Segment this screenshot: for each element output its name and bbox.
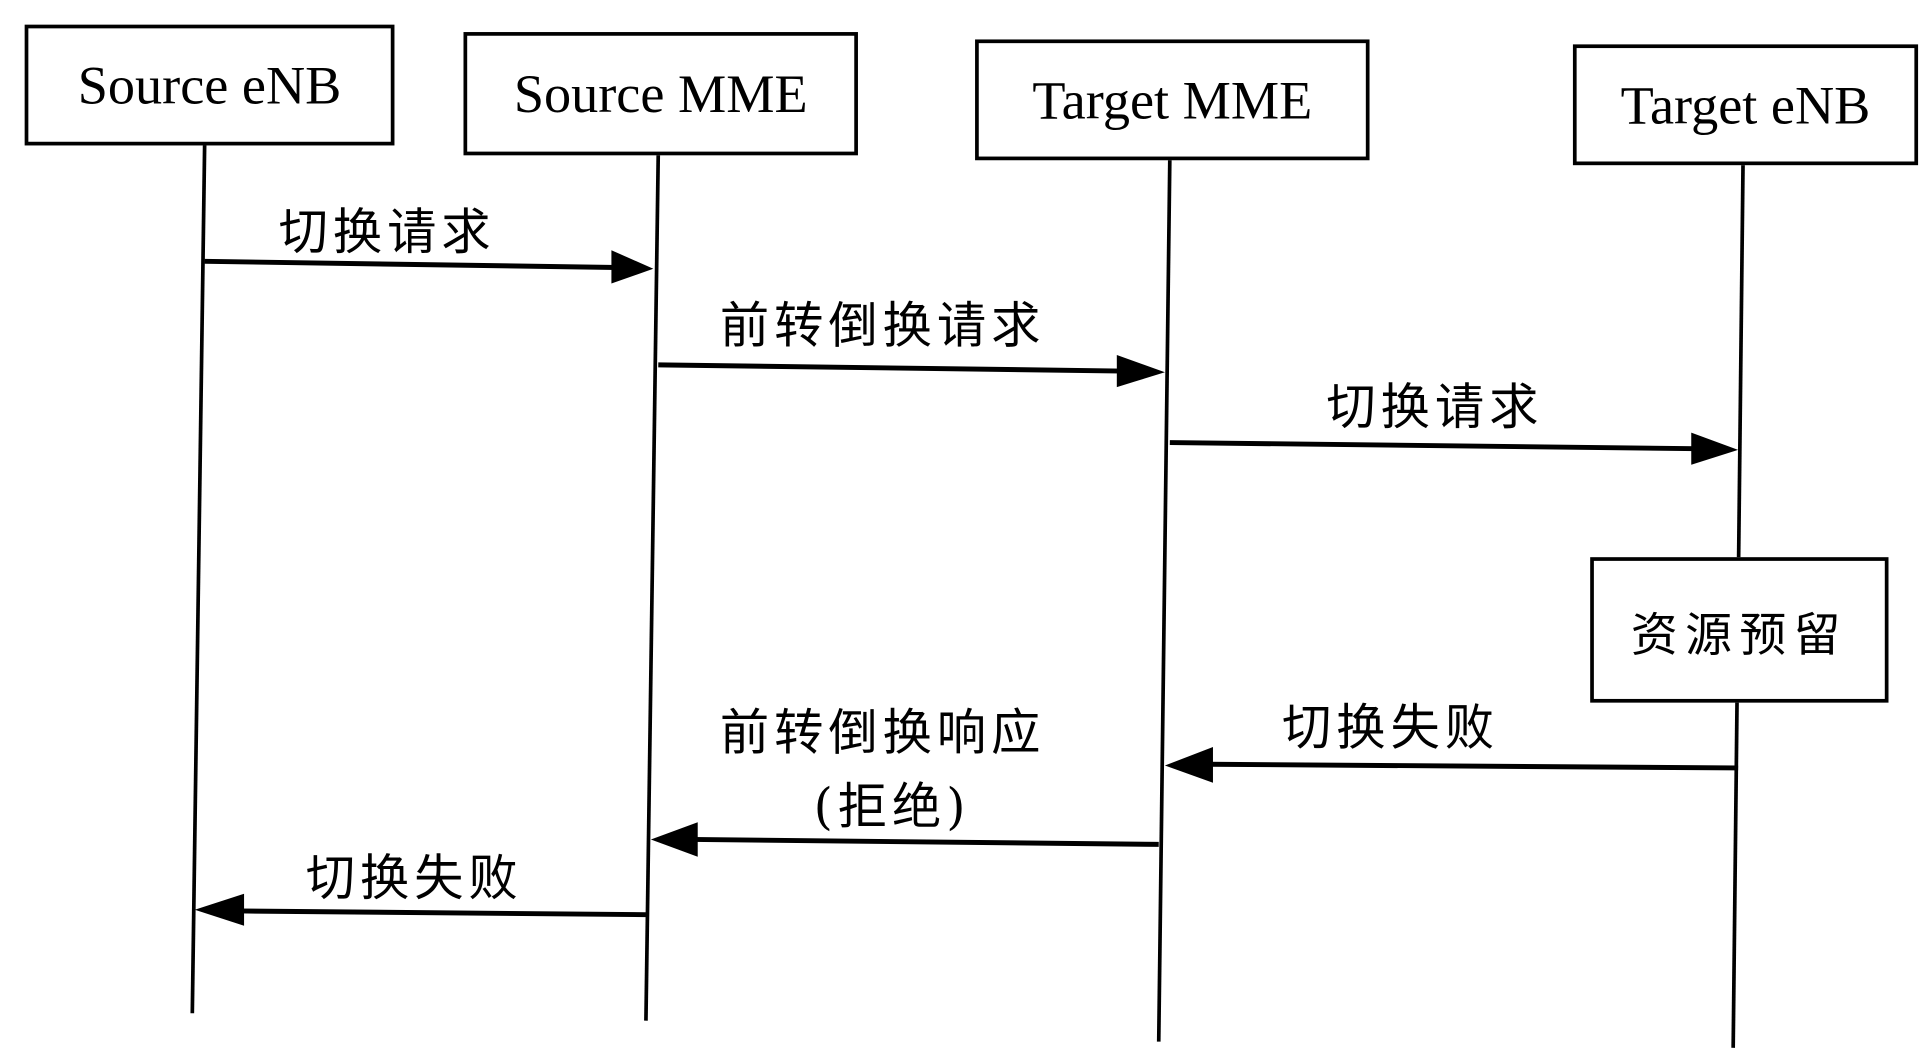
participant-source-enb: Source eNB [24, 24, 395, 146]
message-label-2: 前转倒换请求 [719, 298, 1046, 356]
participant-label: Target MME [1032, 69, 1313, 131]
message-label-5-line2: (拒绝) [813, 779, 971, 836]
lifeline-source-mme [644, 152, 661, 1021]
participant-target-enb: Target eNB [1572, 44, 1919, 166]
participant-source-mme: Source MME [463, 32, 858, 156]
lifeline-source-enb [190, 145, 207, 1014]
message-label-5: 前转倒换响应 [719, 705, 1046, 762]
sequence-diagram: Source eNB Source MME Target MME Target … [0, 0, 1923, 1060]
participant-label: Source eNB [77, 54, 342, 116]
message-label-4: 切换失败 [1282, 700, 1499, 757]
participant-label: Source MME [513, 63, 808, 124]
message-arrow-2 [658, 355, 1165, 388]
lifeline-target-mme [1156, 157, 1172, 1042]
note-resource-reservation: 资源预留 [1590, 557, 1889, 703]
participant-target-mme: Target MME [975, 39, 1370, 161]
message-label-1: 切换请求 [278, 204, 496, 262]
note-label: 资源预留 [1630, 607, 1848, 662]
participant-label: Target eNB [1620, 74, 1871, 135]
message-label-6: 切换失败 [305, 850, 523, 908]
message-label-3: 切换请求 [1326, 379, 1544, 437]
